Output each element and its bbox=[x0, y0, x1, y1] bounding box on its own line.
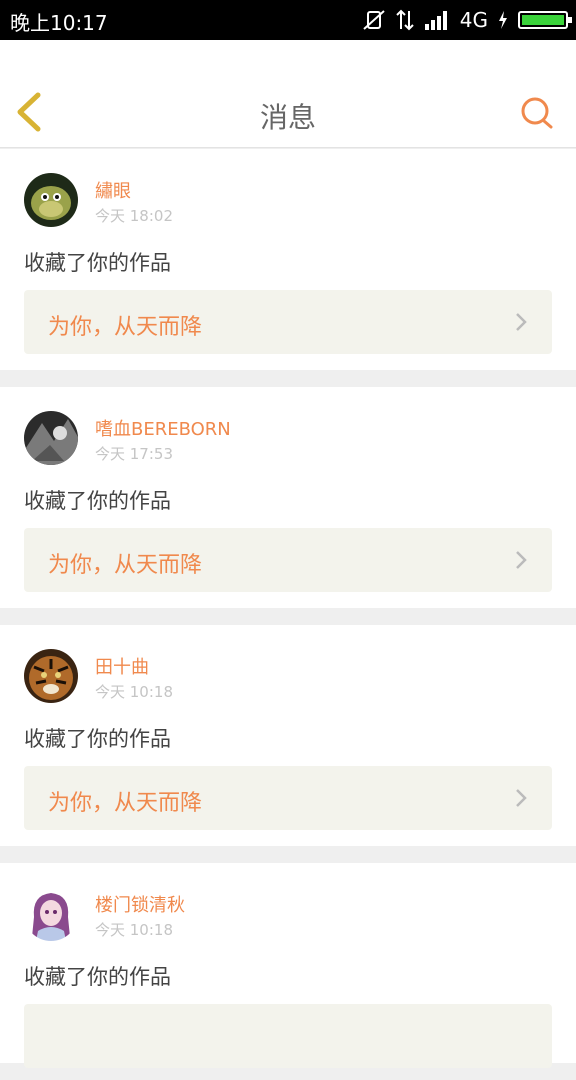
chevron-right-icon bbox=[516, 551, 527, 569]
work-link[interactable]: 为你，从天而降 bbox=[24, 290, 552, 354]
network-type: 4G bbox=[459, 8, 488, 32]
battery-icon bbox=[518, 11, 572, 29]
work-link[interactable] bbox=[24, 1004, 552, 1068]
charging-icon bbox=[499, 11, 507, 29]
message-text: 收藏了你的作品 bbox=[24, 489, 171, 513]
message-time: 今天 17:53 bbox=[95, 445, 173, 463]
username[interactable]: 嗜血BEREBORN bbox=[95, 415, 231, 441]
avatar[interactable] bbox=[24, 887, 78, 941]
avatar[interactable] bbox=[24, 411, 78, 465]
chevron-right-icon bbox=[516, 789, 527, 807]
work-link[interactable]: 为你，从天而降 bbox=[24, 528, 552, 592]
vibrate-off-icon bbox=[363, 10, 385, 30]
avatar[interactable] bbox=[24, 173, 78, 227]
username[interactable]: 繡眼 bbox=[95, 177, 131, 203]
app-header: 消息 bbox=[0, 40, 576, 148]
message-card: 嗜血BEREBORN 今天 17:53 收藏了你的作品 为你，从天而降 bbox=[0, 387, 576, 608]
message-card: 楼门锁清秋 今天 10:18 收藏了你的作品 bbox=[0, 863, 576, 1068]
message-card: 繡眼 今天 18:02 收藏了你的作品 为你，从天而降 bbox=[0, 149, 576, 370]
chevron-right-icon bbox=[516, 313, 527, 331]
search-icon[interactable] bbox=[520, 96, 554, 130]
data-transfer-icon bbox=[396, 9, 414, 31]
message-text: 收藏了你的作品 bbox=[24, 965, 171, 989]
message-time: 今天 10:18 bbox=[95, 921, 173, 939]
avatar[interactable] bbox=[24, 649, 78, 703]
message-time: 今天 10:18 bbox=[95, 683, 173, 701]
status-bar: 晚上10:17 4G bbox=[0, 0, 576, 40]
message-card: 田十曲 今天 10:18 收藏了你的作品 为你，从天而降 bbox=[0, 625, 576, 846]
message-list: 繡眼 今天 18:02 收藏了你的作品 为你，从天而降 嗜血BEREBORN 今… bbox=[0, 149, 576, 1080]
work-title: 为你，从天而降 bbox=[48, 553, 203, 578]
status-time: 晚上10:17 bbox=[10, 11, 108, 35]
signal-icon bbox=[424, 11, 447, 30]
status-icons: 4G bbox=[362, 6, 572, 34]
message-text: 收藏了你的作品 bbox=[24, 251, 171, 275]
message-time: 今天 18:02 bbox=[95, 207, 173, 225]
message-text: 收藏了你的作品 bbox=[24, 727, 171, 751]
work-title: 为你，从天而降 bbox=[48, 315, 203, 340]
work-title: 为你，从天而降 bbox=[48, 791, 203, 816]
work-link[interactable]: 为你，从天而降 bbox=[24, 766, 552, 830]
username[interactable]: 楼门锁清秋 bbox=[95, 891, 185, 917]
page-title: 消息 bbox=[259, 101, 316, 134]
username[interactable]: 田十曲 bbox=[95, 653, 149, 679]
